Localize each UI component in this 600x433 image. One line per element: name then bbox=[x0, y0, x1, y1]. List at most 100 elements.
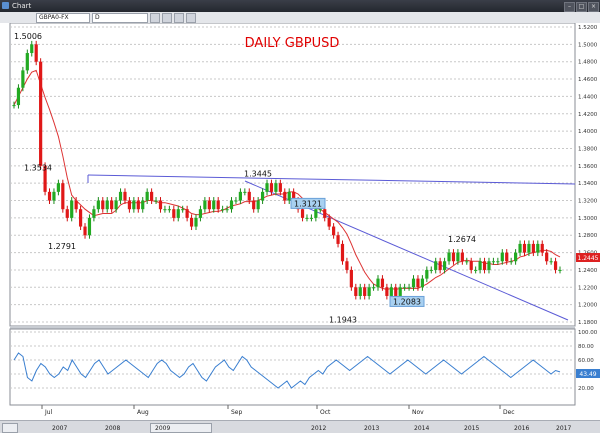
year-label: 2017 bbox=[556, 425, 571, 432]
window-title: Chart bbox=[12, 2, 32, 10]
month-label: Jul bbox=[44, 409, 53, 416]
price-annotation: 1.5006 bbox=[14, 32, 42, 41]
chart-area[interactable]: 1.5200 1.5000 1.4800 1.4600 1.4400 1.4200 1.40… bbox=[0, 23, 600, 420]
candle-body bbox=[181, 209, 185, 211]
year-label: 2015 bbox=[464, 425, 479, 432]
zoom-out-icon[interactable] bbox=[162, 13, 172, 23]
candle-body bbox=[198, 209, 203, 218]
price-panel bbox=[9, 23, 576, 327]
maximize-button[interactable]: □ bbox=[576, 2, 587, 12]
candle-body bbox=[194, 217, 198, 227]
candle-body bbox=[136, 200, 140, 210]
candle-body bbox=[105, 200, 109, 210]
close-button[interactable]: × bbox=[588, 2, 599, 12]
candle-body bbox=[229, 200, 234, 210]
candle-body bbox=[451, 252, 456, 262]
candle-body bbox=[70, 200, 74, 218]
candle-body bbox=[456, 252, 460, 262]
svg-text:1.2445: 1.2445 bbox=[578, 255, 599, 262]
candle-body bbox=[522, 243, 527, 253]
candle-body bbox=[247, 191, 251, 201]
symbol-input[interactable]: GBPA0-FX bbox=[36, 13, 90, 23]
osc-tick-label: 100.00 bbox=[578, 330, 598, 336]
candle-body bbox=[300, 209, 305, 218]
candle-body bbox=[363, 287, 367, 296]
price-tick-label: 1.2200 bbox=[578, 285, 598, 291]
candle-body bbox=[403, 287, 407, 289]
candle-body bbox=[376, 278, 380, 288]
candle-body bbox=[274, 183, 278, 192]
oscillator-value-label: 43.49 bbox=[576, 369, 600, 378]
candle-body bbox=[163, 209, 167, 211]
price-tick-label: 1.1800 bbox=[578, 320, 598, 326]
candle-body bbox=[278, 183, 282, 192]
candle-body bbox=[336, 235, 340, 244]
interval-select[interactable]: D bbox=[92, 13, 148, 23]
candle-body bbox=[367, 287, 371, 296]
candle-body bbox=[150, 191, 154, 201]
osc-tick-label: 80.00 bbox=[578, 344, 594, 350]
osc-tick-label: 60.00 bbox=[578, 358, 594, 364]
candle-body bbox=[203, 200, 207, 210]
candle-body bbox=[332, 226, 336, 236]
year-label: 2013 bbox=[364, 425, 379, 432]
month-label: Sep bbox=[231, 409, 243, 416]
price-annotation: 1.2791 bbox=[48, 242, 76, 251]
settings-icon[interactable] bbox=[174, 13, 184, 23]
draw-tool-icon[interactable] bbox=[186, 13, 196, 23]
candle-body bbox=[216, 200, 220, 210]
svg-text:43.49: 43.49 bbox=[579, 371, 596, 378]
candle-body bbox=[447, 252, 451, 262]
osc-tick-label: 20.00 bbox=[578, 386, 594, 392]
candle-body bbox=[478, 261, 482, 270]
candle-body bbox=[243, 191, 247, 193]
candle-body bbox=[358, 287, 362, 296]
candle-body bbox=[114, 200, 118, 210]
candle-body bbox=[260, 191, 265, 201]
candle-body bbox=[518, 243, 522, 253]
candle-body bbox=[354, 287, 358, 296]
zoom-in-icon[interactable] bbox=[150, 13, 160, 23]
month-label: Oct bbox=[320, 409, 331, 416]
title-bar: Chart – □ × bbox=[0, 0, 600, 12]
year-label: 2007 bbox=[52, 425, 67, 432]
price-tick-label: 1.5000 bbox=[578, 42, 598, 48]
candle-body bbox=[238, 191, 242, 201]
candle-body bbox=[509, 261, 513, 263]
candle-body bbox=[176, 209, 180, 218]
minimize-button[interactable]: – bbox=[564, 2, 575, 12]
candle-body bbox=[416, 278, 420, 288]
price-tick-label: 1.2400 bbox=[578, 268, 598, 274]
candle-body bbox=[496, 261, 500, 263]
candle-body bbox=[87, 217, 92, 236]
candle-body bbox=[536, 243, 540, 253]
candle-body bbox=[141, 200, 145, 210]
candle-body bbox=[30, 44, 34, 54]
price-tick-label: 1.4400 bbox=[578, 94, 598, 100]
candle-body bbox=[460, 252, 464, 262]
price-tick-label: 1.3600 bbox=[578, 164, 598, 170]
price-tick-label: 1.2000 bbox=[578, 303, 598, 309]
year-label: 2009 bbox=[155, 425, 170, 432]
candle-body bbox=[442, 261, 447, 270]
candle-body bbox=[309, 217, 314, 219]
candle-body bbox=[371, 287, 376, 289]
candle-body bbox=[398, 287, 402, 296]
candle-body bbox=[540, 243, 544, 253]
candle-body bbox=[389, 287, 393, 296]
candle-body bbox=[47, 191, 52, 201]
candle-body bbox=[314, 209, 318, 218]
candle-body bbox=[549, 261, 553, 263]
candle-body bbox=[394, 287, 398, 296]
candle-body bbox=[469, 261, 473, 270]
candle-body bbox=[531, 243, 535, 253]
candle-body bbox=[269, 183, 274, 192]
candle-body bbox=[221, 209, 225, 211]
candle-body bbox=[185, 209, 189, 218]
candle-body bbox=[411, 278, 416, 288]
candle-body bbox=[345, 261, 349, 270]
candle-body bbox=[65, 209, 69, 218]
candle-body bbox=[407, 287, 411, 289]
month-label: Dec bbox=[503, 409, 515, 416]
candle-body bbox=[167, 209, 171, 211]
